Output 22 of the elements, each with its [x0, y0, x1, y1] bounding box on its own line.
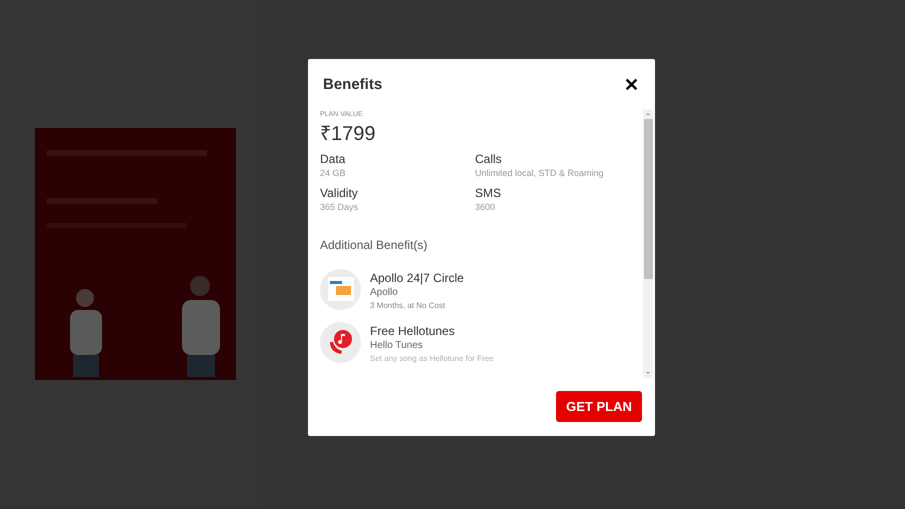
plan-price: ₹1799: [320, 122, 376, 146]
benefit-detail: Set any song as Hellotune for Free: [370, 352, 494, 364]
benefit-title: Free Hellotunes: [370, 322, 456, 338]
section-heading: Additional Benefit(s): [320, 236, 428, 254]
benefit-title: Apollo 24|7 Circle: [370, 270, 464, 286]
feature-value: 3600: [475, 200, 496, 214]
benefit-provider: Hello Tunes: [370, 338, 424, 352]
scrollbar[interactable]: [643, 109, 653, 378]
feature-value: 24 GB: [320, 166, 347, 180]
feature-label: Calls: [475, 152, 503, 166]
dialog-title: Benefits: [323, 74, 382, 95]
close-button[interactable]: ✕: [624, 76, 639, 94]
benefit-provider: Apollo: [370, 286, 399, 300]
feature-label: Data: [320, 152, 346, 166]
feature-label: SMS: [475, 186, 502, 200]
feature-value: 365 Days: [320, 200, 360, 214]
feature-label: Validity: [320, 186, 359, 200]
benefit-detail: 3 Months, at No Cost: [370, 300, 446, 312]
get-plan-button[interactable]: GET PLAN: [556, 391, 642, 422]
feature-value: Unlimited local, STD & Roaming: [475, 166, 605, 180]
music-phone-icon: [320, 322, 361, 362]
logo-icon: [320, 268, 361, 310]
